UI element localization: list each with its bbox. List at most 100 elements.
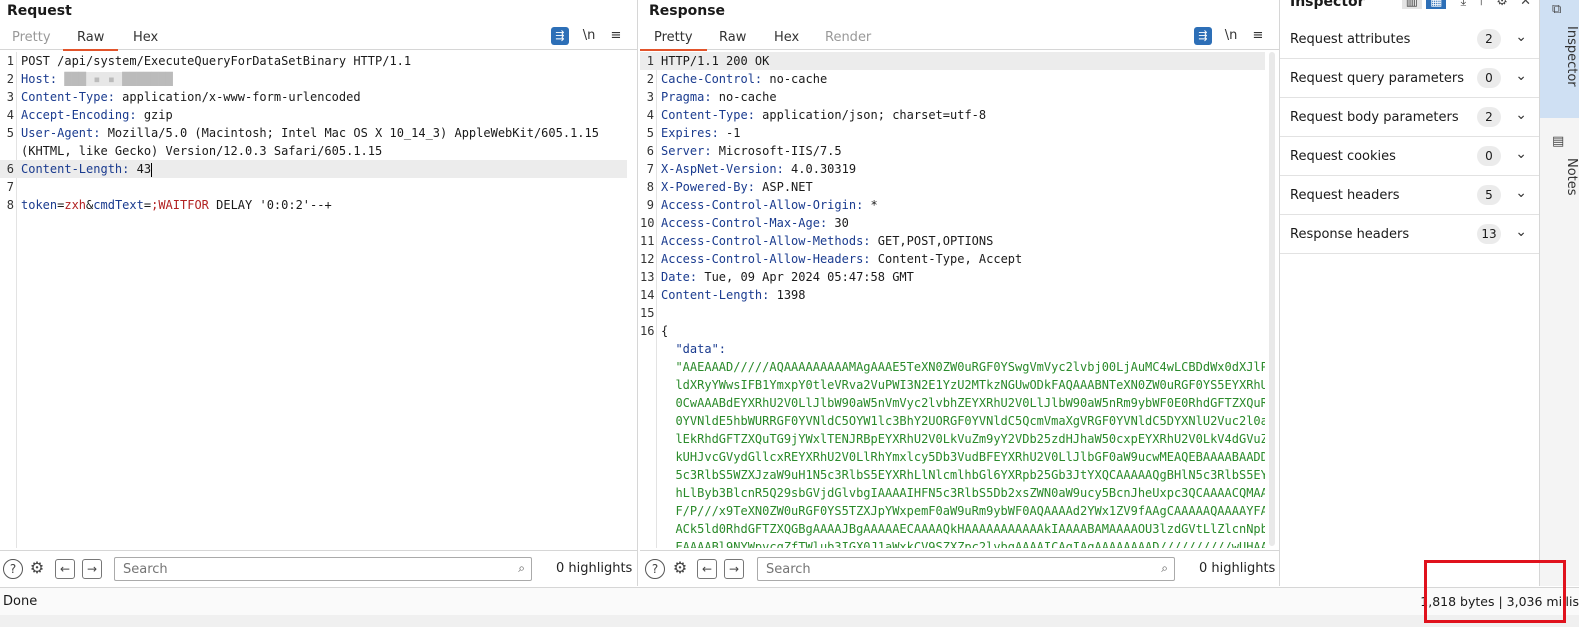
menu-icon[interactable]: ≡ — [1249, 27, 1267, 45]
settings-gear-icon[interactable]: ⚙ — [27, 559, 47, 579]
code-line[interactable]: kUHJvcGVydGllcxREYXRhU2V0LlRhYmxlcy5Db3V… — [640, 448, 1265, 466]
inspector-section-request-cookies[interactable]: Request cookies 0 ⌄ — [1280, 137, 1539, 176]
layout-columns-icon[interactable]: ▦ — [1426, 0, 1447, 9]
code-line[interactable]: lEkRhdGFTZXQuTG9jYWxlTENJRBpEYXRhU2V0LkV… — [640, 430, 1265, 448]
help-icon[interactable]: ? — [3, 559, 23, 579]
response-scrollbar[interactable] — [1269, 52, 1275, 546]
side-tab-notes[interactable]: ▤ Notes — [1540, 130, 1579, 210]
side-tab-inspector-label: Inspector — [1564, 26, 1579, 87]
menu-icon[interactable]: ≡ — [607, 27, 625, 45]
code-line[interactable]: 12 Access-Control-Allow-Headers: Content-… — [640, 250, 1265, 268]
code-line[interactable]: 14 Content-Length: 1398 — [640, 286, 1265, 304]
back-arrow-icon[interactable]: ← — [697, 559, 717, 579]
code-line[interactable]: 0YVNldE5hbWURRGF0YVNldC5OYW1lc3BhY2UORGF… — [640, 412, 1265, 430]
code-line[interactable]: "AAEAAAD/////AQAAAAAAAAAMAgAAAE5TeXN0ZW0… — [640, 358, 1265, 376]
inspector-tab-icon: ⧉ — [1552, 2, 1562, 17]
close-icon[interactable]: ✕ — [1520, 0, 1531, 9]
request-editor[interactable]: 1 POST /api/system/ExecuteQueryForDataSet… — [0, 52, 627, 548]
back-arrow-icon[interactable]: ← — [55, 559, 75, 579]
code-line[interactable]: 0CwAAABdEYXRhU2V0LlJlbW90aW5nVmVyc2lvbhZ… — [640, 394, 1265, 412]
line-number: 10 — [640, 216, 655, 230]
forward-arrow-icon[interactable]: → — [724, 559, 744, 579]
code-line[interactable]: (KHTML, like Gecko) Version/12.0.3 Safar… — [0, 142, 627, 160]
line-content: Access-Control-Max-Age: 30 — [661, 214, 1265, 232]
response-search-box[interactable]: ⌕ — [757, 557, 1175, 581]
code-line[interactable]: 15 — [640, 304, 1265, 322]
code-line[interactable]: 13 Date: Tue, 09 Apr 2024 05:47:58 GMT — [640, 268, 1265, 286]
code-line[interactable]: 5 User-Agent: Mozilla/5.0 (Macintosh; Int… — [0, 124, 627, 142]
response-pane: Response Pretty Raw Hex Render ⇶ \n ≡ 1H… — [640, 0, 1280, 586]
wrap-lines-icon[interactable]: ⇶ — [551, 27, 569, 45]
code-line[interactable]: 11 Access-Control-Allow-Methods: GET,POST… — [640, 232, 1265, 250]
response-tab-hex[interactable]: Hex — [774, 30, 799, 45]
chevron-down-icon[interactable]: ⌄ — [1515, 224, 1527, 240]
chevron-down-icon[interactable]: ⌄ — [1515, 146, 1527, 162]
code-line[interactable]: 16 { — [640, 322, 1265, 340]
response-tab-pretty[interactable]: Pretty — [640, 30, 706, 51]
line-content: "AAEAAAD/////AQAAAAAAAAAMAgAAAE5TeXN0ZW0… — [661, 358, 1265, 376]
code-line[interactable]: 8 X-Powered-By: ASP.NET — [640, 178, 1265, 196]
response-tab-raw[interactable]: Raw — [719, 30, 746, 45]
chevron-down-icon[interactable]: ⌄ — [1515, 107, 1527, 123]
code-line[interactable]: 2 Cache-Control: no-cache — [640, 70, 1265, 88]
code-line[interactable]: hLlByb3BlcnR5Q29sbGVjdGlvbgIAAAAIHFN5c3R… — [640, 484, 1265, 502]
line-content: HTTP/1.1 200 OK — [661, 52, 1265, 70]
request-tab-raw[interactable]: Raw — [62, 30, 119, 51]
code-line[interactable]: 2 Host: ███ ▪ ▪ ███████ — [0, 70, 627, 88]
response-tab-render[interactable]: Render — [825, 30, 871, 45]
newline-toggle-icon[interactable]: \n — [1222, 27, 1240, 45]
code-line[interactable]: 7 X-AspNet-Version: 4.0.30319 — [640, 160, 1265, 178]
code-line[interactable]: 10 Access-Control-Max-Age: 30 — [640, 214, 1265, 232]
request-tab-hex[interactable]: Hex — [133, 30, 158, 45]
wrap-lines-icon[interactable]: ⇶ — [1194, 27, 1212, 45]
code-token: Content-Length: — [661, 288, 777, 302]
forward-arrow-icon[interactable]: → — [82, 559, 102, 579]
settings-gear-icon[interactable]: ⚙ — [1496, 0, 1508, 9]
response-editor[interactable]: 1 HTTP/1.1 200 OK 2 Cache-Control: no-cache… — [640, 52, 1265, 548]
inspector-section-request-query-parameters[interactable]: Request query parameters 0 ⌄ — [1280, 59, 1539, 98]
help-icon[interactable]: ? — [645, 559, 665, 579]
code-line[interactable]: 4 Content-Type: application/json; charset… — [640, 106, 1265, 124]
code-line[interactable]: 1 POST /api/system/ExecuteQueryForDataSet… — [0, 52, 627, 70]
request-search-input[interactable] — [115, 558, 531, 580]
code-line[interactable]: 6 Content-Length: 43 — [0, 160, 627, 178]
code-line[interactable]: F/P///x9TeXN0ZW0uRGF0YS5TZXJpYWxpemF0aW9… — [640, 502, 1265, 520]
code-line[interactable]: 5c3RlbS5WZXJzaW9uH1N5c3RlbS5EYXRhLlNlcml… — [640, 466, 1265, 484]
code-line[interactable]: 3 Content-Type: application/x-www-form-ur… — [0, 88, 627, 106]
response-search-input[interactable] — [758, 558, 1174, 580]
inspector-sections: Request attributes 2 ⌄ Request query parame… — [1280, 20, 1539, 254]
side-tab-inspector[interactable]: ⧉ Inspector — [1540, 0, 1579, 118]
chevron-down-icon[interactable]: ⌄ — [1515, 29, 1527, 45]
code-line[interactable]: 8 token=zxh&cmdText=;WAITFOR DELAY '0:0:2… — [0, 196, 627, 214]
code-line[interactable]: 6 Server: Microsoft-IIS/7.5 — [640, 142, 1265, 160]
code-line[interactable]: 3 Pragma: no-cache — [640, 88, 1265, 106]
inspector-section-request-body-parameters[interactable]: Request body parameters 2 ⌄ — [1280, 98, 1539, 137]
line-number: 9 — [646, 198, 654, 212]
code-line[interactable]: 4 Accept-Encoding: gzip — [0, 106, 627, 124]
code-line[interactable]: EAAAABl9NYWpvcgZfTWlub3IGX0J1aWxkCV9SZXZ… — [640, 538, 1265, 548]
request-search-box[interactable]: ⌕ — [114, 557, 532, 581]
newline-toggle-icon[interactable]: \n — [580, 27, 598, 45]
inspector-section-response-headers[interactable]: Response headers 13 ⌄ — [1280, 215, 1539, 254]
code-line[interactable]: 9 Access-Control-Allow-Origin: * — [640, 196, 1265, 214]
response-highlights-count: 0 highlights — [1199, 561, 1276, 576]
layout-split-icon[interactable]: ▥ — [1401, 0, 1422, 9]
chevron-down-icon[interactable]: ⌄ — [1515, 68, 1527, 84]
collapse-icon[interactable]: ⤒ — [1478, 0, 1484, 9]
request-tab-pretty[interactable]: Pretty — [12, 30, 51, 45]
code-line[interactable]: 1 HTTP/1.1 200 OK — [640, 52, 1265, 70]
response-tabbar: Pretty Raw Hex Render — [640, 26, 1279, 51]
expand-icon[interactable]: ⤓ — [1461, 0, 1467, 9]
settings-gear-icon[interactable]: ⚙ — [670, 559, 690, 579]
chevron-down-icon[interactable]: ⌄ — [1515, 185, 1527, 201]
count-badge: 13 — [1477, 224, 1501, 244]
code-line[interactable]: 7 — [0, 178, 627, 196]
code-token: Server: — [661, 144, 719, 158]
code-line[interactable]: ldXRyYWwsIFB1YmxpY0tleVRva2VuPWI3N2E1YzU… — [640, 376, 1265, 394]
inspector-section-request-attributes[interactable]: Request attributes 2 ⌄ — [1280, 20, 1539, 59]
inspector-section-request-headers[interactable]: Request headers 5 ⌄ — [1280, 176, 1539, 215]
code-token: no-cache — [718, 90, 777, 104]
code-line[interactable]: "data": — [640, 340, 1265, 358]
code-line[interactable]: ACk5ld0RhdGFTZXQGBgAAAAJBgAAAAAECAAAAQkH… — [640, 520, 1265, 538]
code-line[interactable]: 5 Expires: -1 — [640, 124, 1265, 142]
